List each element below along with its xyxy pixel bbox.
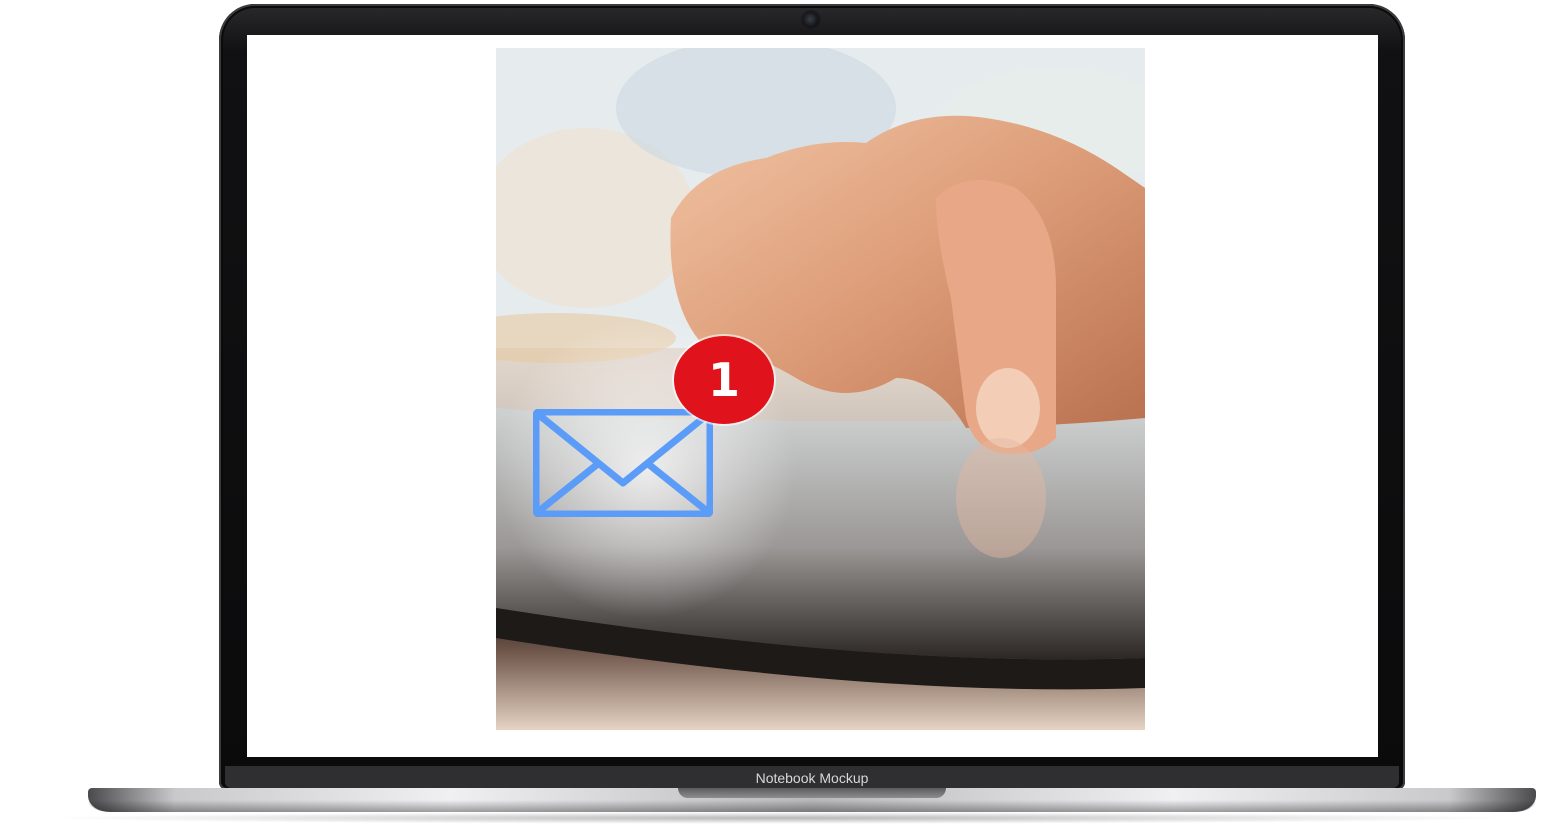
notification-photo: [496, 48, 1145, 730]
photo-illustration: [496, 48, 1145, 690]
envelope-icon[interactable]: [533, 409, 713, 517]
notification-badge[interactable]: 1: [674, 336, 774, 424]
base-shade: [88, 800, 1536, 812]
lid-opening-notch: [678, 788, 946, 798]
notification-count: 1: [707, 353, 740, 407]
notebook-mockup: 1 Notebook Mockup: [0, 0, 1560, 825]
brand-label: Notebook Mockup: [755, 770, 869, 786]
webcam-icon: [803, 12, 819, 28]
floor-shadow: [40, 812, 1520, 824]
